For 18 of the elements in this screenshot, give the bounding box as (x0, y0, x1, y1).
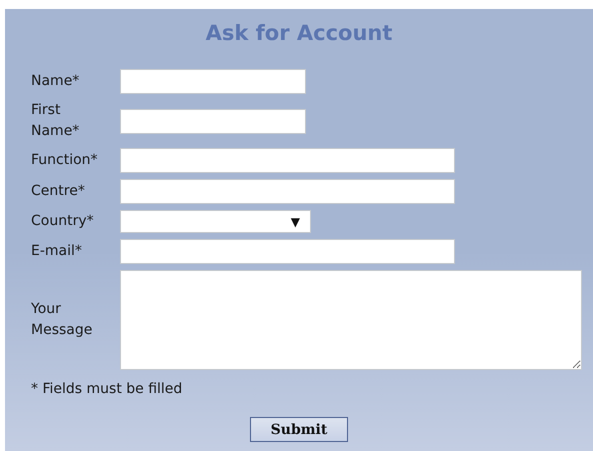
text-field[interactable] (120, 179, 455, 204)
field-label: First Name* (31, 101, 80, 141)
field-label: Name* (31, 72, 80, 91)
text-field[interactable] (120, 148, 455, 173)
message-field[interactable] (120, 270, 582, 370)
required-note: * Fields must be filled (31, 380, 184, 399)
text-field[interactable] (120, 69, 306, 94)
country-dropdown[interactable]: ▼ (120, 210, 311, 233)
field-label: Function* (31, 151, 99, 170)
field-label: Country* (31, 212, 95, 231)
field-label: Your Message (31, 300, 94, 340)
form-title: Ask for Account (204, 20, 394, 47)
text-field[interactable] (120, 239, 455, 264)
field-label: Centre* (31, 182, 86, 201)
field-label: E-mail* (31, 242, 83, 261)
text-field[interactable] (120, 108, 306, 134)
caret-icon: ▼ (290, 214, 300, 228)
submit-button[interactable]: Submit (250, 417, 348, 442)
